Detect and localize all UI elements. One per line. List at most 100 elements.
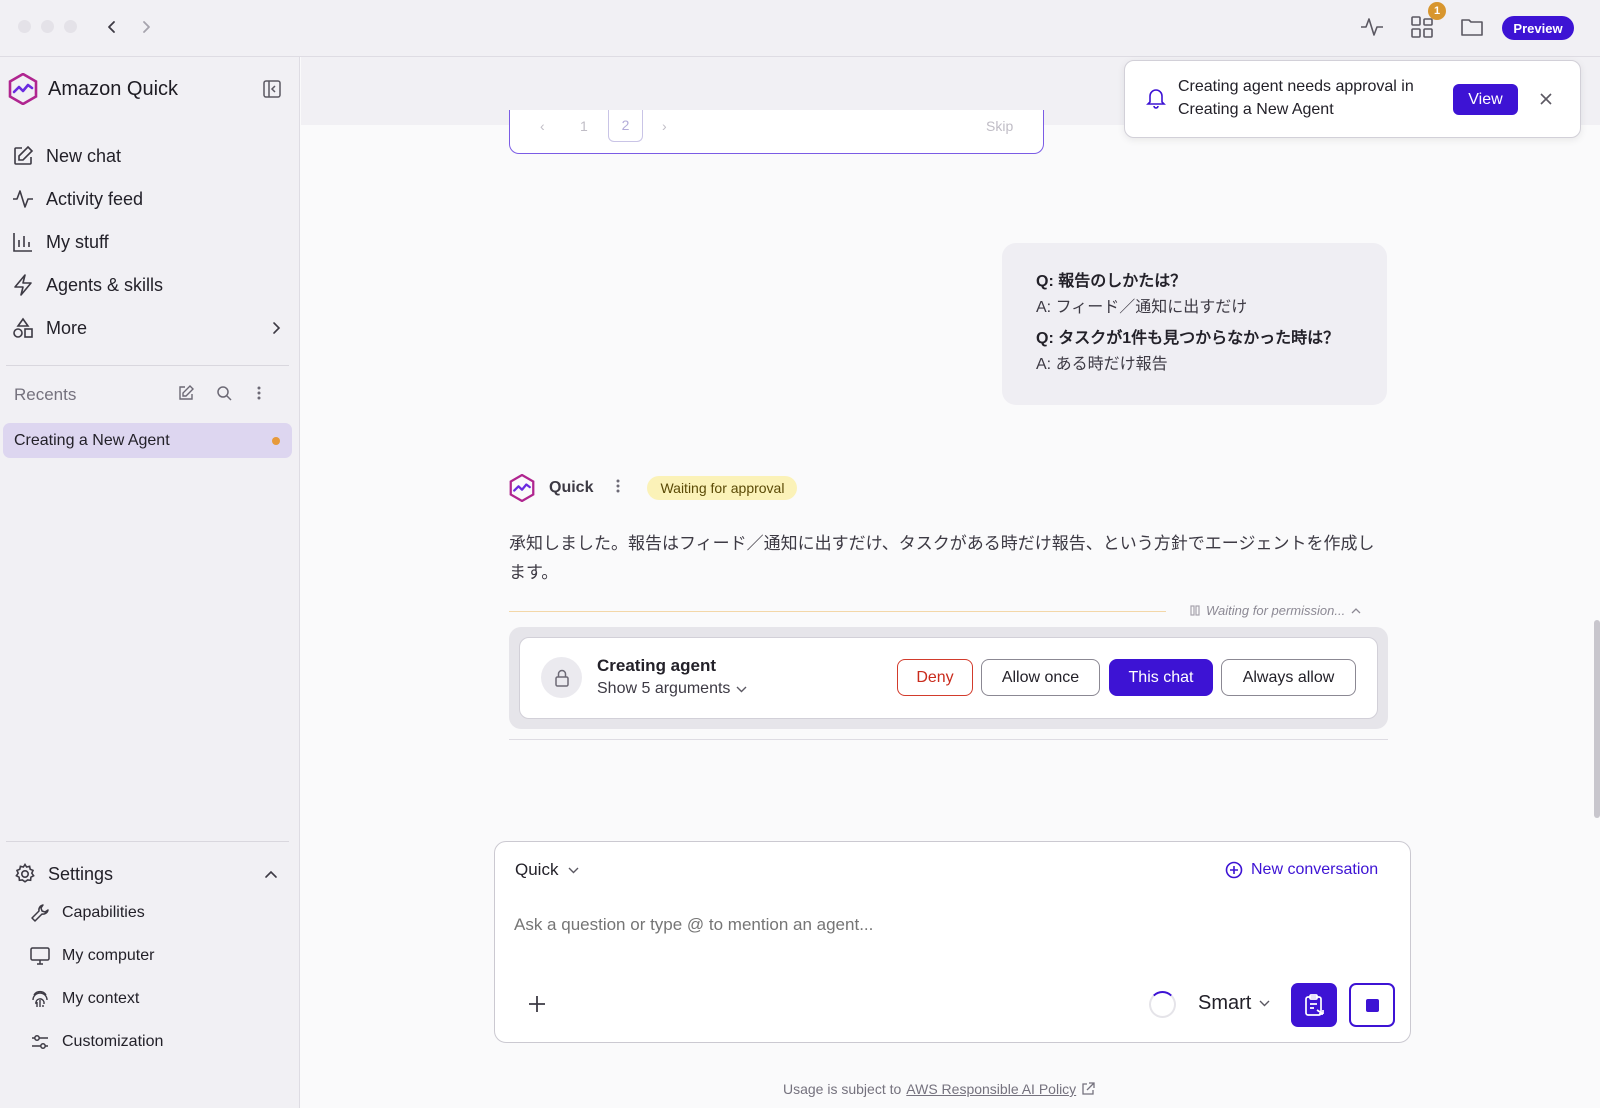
chevron-up-icon [1351, 608, 1361, 614]
nav-new-chat[interactable]: New chat [12, 138, 282, 174]
footer-text: Usage is subject to [783, 1081, 902, 1097]
loading-spinner-icon [1149, 991, 1176, 1018]
sliders-icon [32, 1035, 48, 1049]
settings-my-computer[interactable]: My computer [30, 940, 154, 972]
pause-icon [1190, 605, 1200, 616]
preview-badge[interactable]: Preview [1502, 16, 1574, 40]
nav-label: More [46, 317, 88, 338]
settings-toggle[interactable]: Settings [14, 856, 284, 892]
always-allow-button[interactable]: Always allow [1221, 659, 1356, 696]
question-2: Q: タスクが1件も見つからなかった時は？ [1036, 330, 1340, 348]
show-arguments-label: Show 5 arguments [597, 680, 731, 697]
recent-item[interactable]: Creating a New Agent [3, 423, 292, 458]
pager-page-1[interactable]: 1 [580, 118, 588, 134]
waiting-permission-label: Waiting for permission... [1206, 603, 1346, 618]
lock-icon [541, 657, 582, 698]
recents-label: Recents [14, 385, 77, 404]
scrollbar[interactable] [1594, 620, 1600, 818]
settings-item-label: Capabilities [62, 904, 145, 921]
quick-logo-icon [8, 73, 38, 105]
pager-next-icon[interactable]: › [662, 118, 667, 134]
pager-prev-icon[interactable]: ‹ [540, 118, 545, 134]
stop-icon [1365, 998, 1379, 1012]
window-minimize-dot[interactable] [41, 20, 54, 33]
more-vertical-icon[interactable] [615, 478, 621, 499]
clipboard-button[interactable] [1291, 983, 1337, 1027]
new-chat-icon [14, 145, 34, 165]
nav-agents-skills[interactable]: Agents & skills [12, 267, 282, 303]
edit-icon[interactable] [178, 385, 194, 406]
clipboard-icon [1305, 994, 1324, 1016]
notification-badge: 1 [1428, 2, 1446, 20]
assistant-header: Quick Waiting for approval [509, 474, 798, 502]
nav-more[interactable]: More [12, 310, 282, 346]
brand[interactable]: Amazon Quick [8, 73, 178, 105]
progress-line [509, 611, 1166, 612]
chat-input[interactable] [514, 915, 1374, 935]
toast-view-button[interactable]: View [1453, 84, 1518, 115]
policy-link[interactable]: AWS Responsible AI Policy [906, 1081, 1076, 1097]
settings-capabilities[interactable]: Capabilities [30, 897, 145, 929]
waiting-permission[interactable]: Waiting for permission... [1190, 603, 1361, 618]
settings-customization[interactable]: Customization [30, 1026, 163, 1058]
folder-icon[interactable] [1457, 12, 1487, 42]
external-link-icon [1082, 1082, 1095, 1095]
chevron-right-icon [273, 322, 281, 334]
quick-logo-icon [509, 474, 535, 502]
question-1: Q: 報告のしかたは？ [1036, 273, 1187, 290]
nav-label: Activity feed [46, 188, 144, 209]
add-attachment-icon[interactable] [524, 991, 550, 1017]
assistant-name: Quick [549, 479, 594, 496]
nav-label: My stuff [46, 231, 109, 252]
status-badge: Waiting for approval [647, 476, 798, 500]
monitor-icon [30, 947, 50, 965]
new-conversation-label: New conversation [1251, 861, 1379, 878]
wrench-icon [31, 904, 49, 922]
pager-skip[interactable]: Skip [986, 118, 1013, 134]
forward-arrow-icon[interactable] [133, 14, 159, 40]
message-divider [509, 739, 1388, 740]
window-maximize-dot[interactable] [64, 20, 77, 33]
plus-circle-icon [1225, 861, 1243, 879]
chevron-down-icon [736, 686, 747, 692]
assistant-reply: 承知しました。報告はフィード／通知に出すだけ、タスクがある時だけ報告、という方針… [509, 534, 1375, 582]
activity-icon[interactable] [1357, 12, 1387, 42]
brand-title: Amazon Quick [48, 77, 179, 100]
recent-item-label: Creating a New Agent [14, 431, 170, 449]
stop-button[interactable] [1349, 983, 1395, 1027]
nav-my-stuff[interactable]: My stuff [12, 224, 282, 260]
permission-title: Creating agent [597, 656, 717, 675]
chart-icon [13, 233, 32, 252]
fingerprint-icon [32, 990, 48, 1007]
new-conversation-button[interactable]: New conversation [1225, 861, 1378, 879]
toast-message: Creating agent needs approval in Creatin… [1178, 78, 1414, 119]
search-icon[interactable] [216, 385, 232, 406]
more-vertical-icon[interactable] [256, 385, 262, 406]
user-message: Q: 報告のしかたは？ A: フィード／通知に出すだけ Q: タスクが1件も見つ… [1002, 243, 1387, 405]
pager-page-2[interactable]: 2 [608, 110, 643, 142]
allow-once-button[interactable]: Allow once [981, 659, 1100, 696]
settings-my-context[interactable]: My context [30, 983, 139, 1015]
nav-activity-feed[interactable]: Activity feed [12, 181, 282, 217]
activity-icon [13, 190, 33, 208]
collapse-sidebar-icon[interactable] [262, 79, 282, 104]
deny-button[interactable]: Deny [897, 659, 973, 696]
window-close-dot[interactable] [18, 20, 31, 33]
answer-2: A: ある時だけ報告 [1036, 355, 1168, 373]
chevron-down-icon [568, 867, 579, 873]
agent-selector-label: Quick [515, 860, 559, 879]
allow-this-chat-button[interactable]: This chat [1109, 659, 1213, 696]
back-arrow-icon[interactable] [99, 14, 125, 40]
lightning-icon [14, 274, 32, 296]
question-pager [509, 110, 1044, 154]
chevron-up-icon [265, 870, 277, 878]
show-arguments-toggle[interactable]: Show 5 arguments [597, 680, 747, 698]
nav-label: Agents & skills [46, 274, 164, 295]
sidebar-divider [6, 365, 289, 366]
answer-1: A: フィード／通知に出すだけ [1036, 298, 1248, 316]
chevron-down-icon [1259, 1000, 1270, 1007]
agent-selector[interactable]: Quick [515, 860, 579, 880]
settings-item-label: My computer [62, 947, 155, 964]
close-icon[interactable] [1535, 88, 1557, 110]
mode-selector[interactable]: Smart [1198, 992, 1270, 1015]
